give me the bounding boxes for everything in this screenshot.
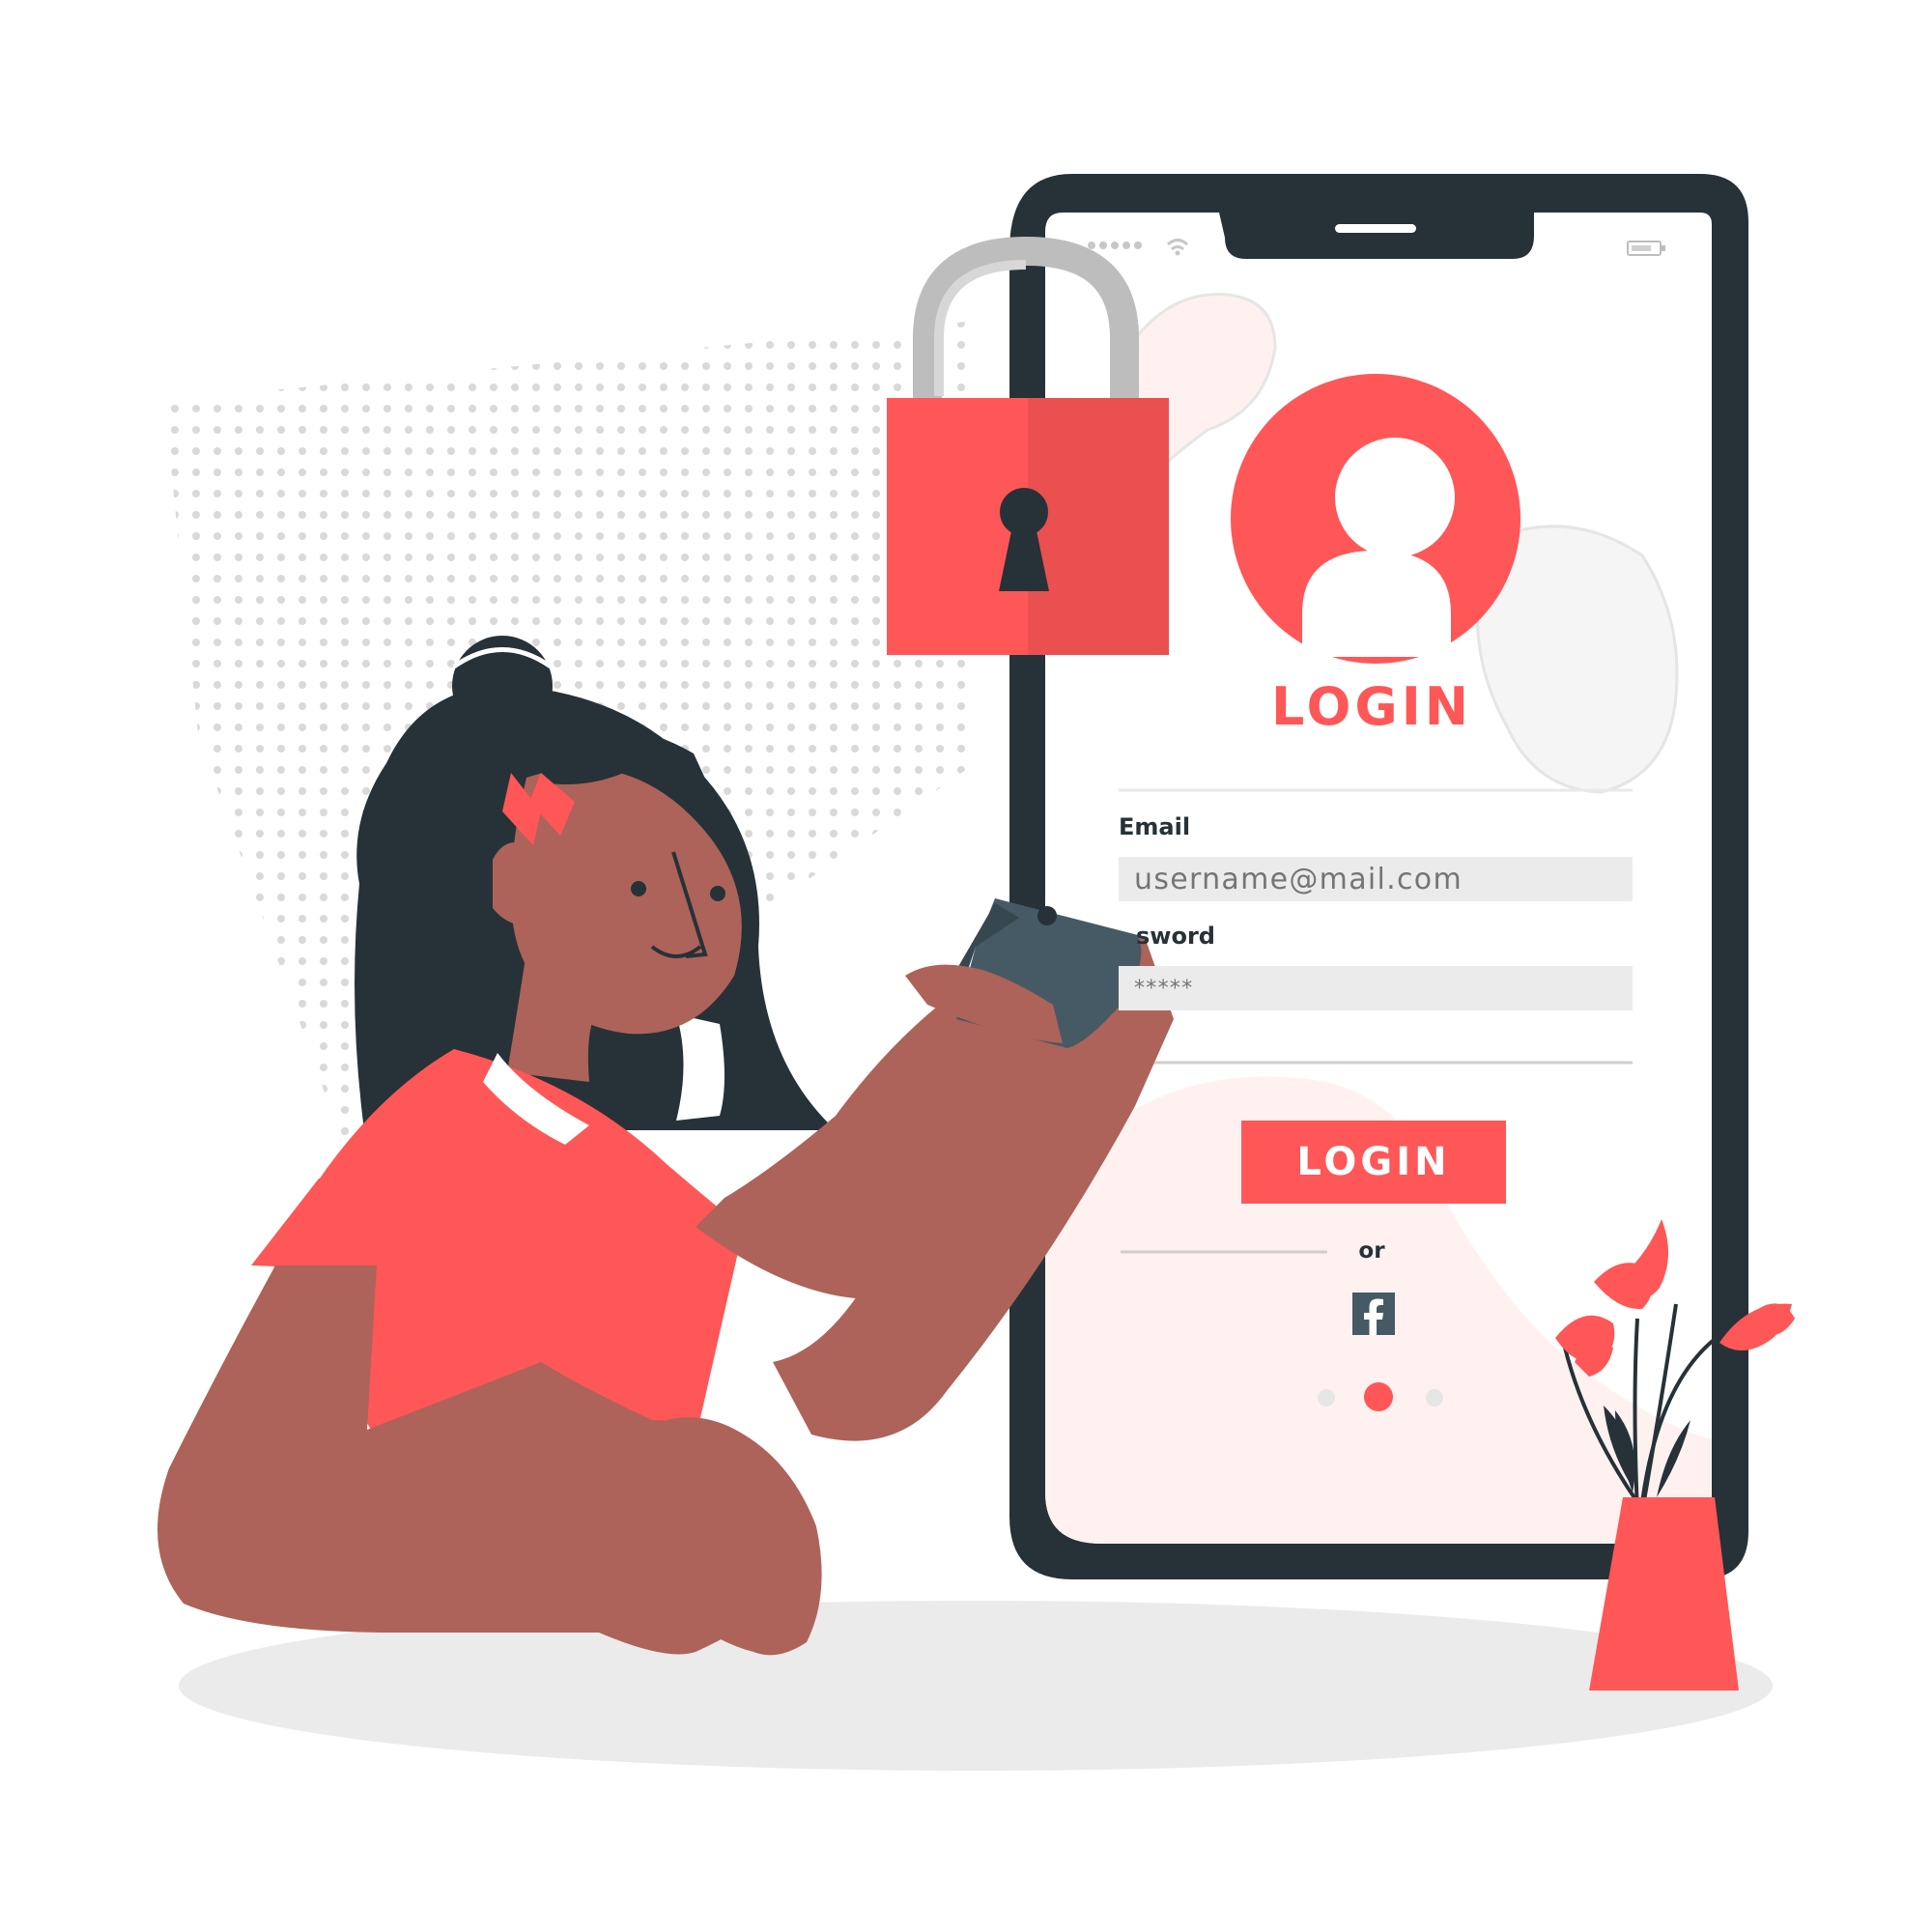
user-avatar-head-shape	[1335, 438, 1455, 557]
facebook-icon	[1352, 1293, 1395, 1335]
facebook-login-button[interactable]	[1352, 1293, 1395, 1335]
or-separator-label: or	[1358, 1238, 1385, 1264]
email-input[interactable]	[1119, 857, 1633, 901]
phone-speaker	[1335, 224, 1416, 233]
login-title: LOGIN	[1271, 676, 1472, 737]
login-button[interactable]: LOGIN	[1241, 1121, 1506, 1204]
padlock-icon	[887, 398, 1169, 655]
password-input[interactable]	[1119, 966, 1633, 1010]
carousel-dot-2-active[interactable]	[1364, 1382, 1393, 1411]
carousel-dot-1[interactable]	[1318, 1389, 1335, 1406]
carousel-dot-3[interactable]	[1426, 1389, 1443, 1406]
phone-notch	[1219, 213, 1534, 259]
email-label: Email	[1119, 813, 1191, 840]
login-illustration-scene	[157, 174, 1795, 1771]
password-label: sword	[1136, 923, 1215, 950]
user-avatar-body-shape	[1302, 551, 1451, 657]
battery-icon	[1627, 241, 1665, 256]
